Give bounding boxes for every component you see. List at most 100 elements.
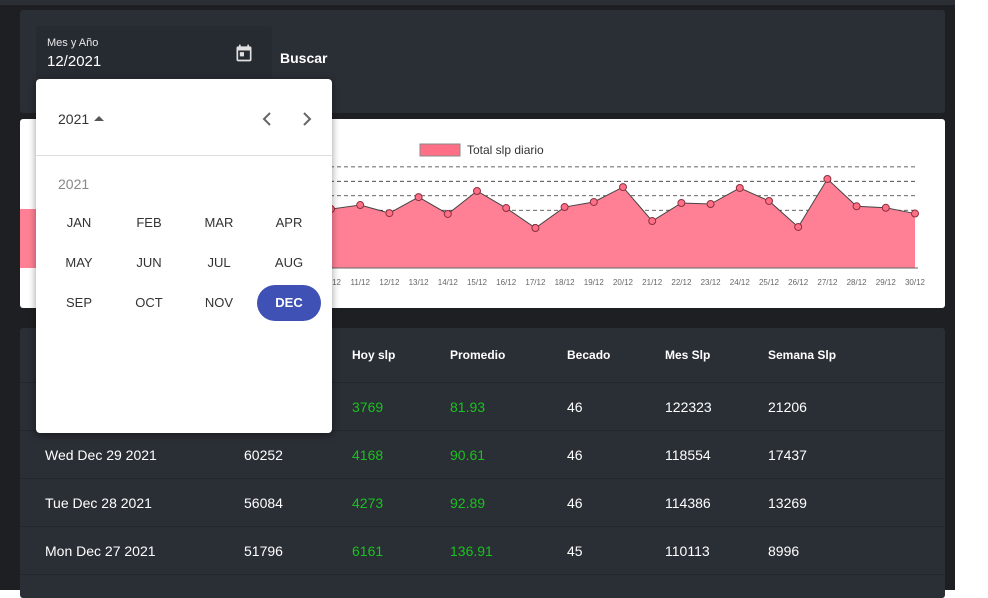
cell-becado: 46	[567, 495, 583, 511]
x-tick-label: 18/12	[555, 278, 576, 287]
cell-total: 56084	[244, 495, 283, 511]
table-row[interactable]: Tue Dec 28 2021 56084 4273 92.89 46 114386 132…	[20, 479, 945, 527]
x-tick-label: 20/12	[613, 278, 634, 287]
month-jan[interactable]: JAN	[47, 205, 111, 241]
x-tick-label: 21/12	[642, 278, 663, 287]
data-point	[911, 209, 919, 218]
app: Mes y Año 12/2021 Buscar 10/1211/1212/12…	[0, 0, 955, 598]
x-tick-label: 22/12	[671, 278, 692, 287]
x-tick-label: 11/12	[350, 278, 370, 287]
x-tick-label: 19/12	[584, 278, 605, 287]
cell-semana: 21206	[768, 399, 807, 415]
cell-becado: 46	[567, 447, 583, 463]
x-tick-label: 17/12	[525, 278, 546, 287]
data-point	[356, 201, 365, 210]
month-sep[interactable]: SEP	[47, 285, 111, 321]
header-becado: Becado	[567, 348, 611, 362]
legend-label: Total slp diario	[467, 143, 544, 157]
cell-hoy: 4168	[352, 447, 384, 463]
data-point	[414, 193, 423, 202]
data-point	[794, 222, 803, 231]
month-dec[interactable]: DEC	[257, 285, 321, 321]
year-selector[interactable]: 2021	[58, 111, 105, 127]
data-point	[823, 175, 832, 183]
cell-semana: 17437	[768, 447, 807, 463]
header-promedio: Promedio	[450, 348, 506, 362]
month-mar[interactable]: MAR	[187, 205, 251, 241]
month-jul[interactable]: JUL	[187, 245, 251, 281]
header-hoy-slp: Hoy slp	[352, 348, 396, 362]
month-picker-popover: 2021 2021 JAN FEB MAR APR MAY JUN JUL AUG SEP OCT…	[36, 79, 332, 433]
chevron-right-icon	[303, 112, 312, 126]
data-point	[881, 203, 890, 212]
cell-date: Mon Dec 27 2021	[45, 543, 156, 559]
cell-semana: 8996	[768, 543, 800, 559]
cell-mes: 118554	[665, 447, 711, 463]
data-point	[648, 217, 657, 226]
x-tick-label: 15/12	[467, 278, 488, 287]
field-value: 12/2021	[47, 53, 102, 70]
cell-prom: 136.91	[450, 543, 493, 559]
cell-hoy: 4273	[352, 495, 384, 511]
month-year-field[interactable]: Mes y Año 12/2021	[36, 26, 272, 78]
data-point	[619, 183, 627, 192]
header-semana-slp: Semana Slp	[768, 348, 837, 362]
cell-mes: 122323	[665, 399, 712, 415]
x-tick-label: 26/12	[788, 278, 809, 287]
cell-prom: 92.89	[450, 495, 486, 511]
cell-semana: 13269	[768, 495, 807, 511]
data-point	[385, 209, 394, 218]
search-button[interactable]: Buscar	[280, 50, 327, 66]
caret-up-icon	[94, 116, 105, 121]
data-point	[765, 196, 773, 205]
data-point	[473, 187, 481, 196]
x-tick-label: 27/12	[817, 278, 838, 287]
next-year-button[interactable]	[297, 109, 317, 129]
cell-total: 60252	[244, 447, 283, 463]
month-aug[interactable]: AUG	[257, 245, 321, 281]
cell-hoy: 3769	[352, 399, 384, 415]
year-label: 2021	[58, 176, 90, 192]
x-tick-label: 28/12	[847, 278, 868, 287]
prev-year-button[interactable]	[257, 109, 277, 129]
cell-mes: 110113	[665, 543, 710, 559]
data-point	[677, 198, 686, 207]
data-point	[589, 197, 598, 206]
table-row[interactable]: Wed Dec 29 2021 60252 4168 90.61 46 118554 174…	[20, 431, 945, 479]
calendar-icon[interactable]	[234, 43, 254, 63]
chevron-left-icon	[262, 112, 271, 126]
cell-mes: 114386	[665, 495, 711, 511]
month-nov[interactable]: NOV	[187, 285, 251, 321]
data-point	[852, 202, 861, 211]
cell-total: 51796	[244, 543, 283, 559]
cell-date: Wed Dec 29 2021	[45, 447, 157, 463]
x-tick-label: 29/12	[876, 278, 897, 287]
cell-prom: 81.93	[450, 399, 486, 415]
x-tick-label: 14/12	[438, 278, 459, 287]
x-tick-label: 23/12	[701, 278, 722, 287]
data-point	[735, 183, 744, 192]
table-row[interactable]: Mon Dec 27 2021 51796 6161 136.91 45 110113 89…	[20, 527, 945, 575]
field-label: Mes y Año	[47, 37, 99, 49]
cell-becado: 46	[567, 399, 583, 415]
data-point	[531, 223, 540, 232]
data-point	[443, 209, 452, 218]
data-point	[706, 200, 715, 209]
month-feb[interactable]: FEB	[117, 205, 181, 241]
cell-becado: 45	[567, 543, 583, 559]
month-jun[interactable]: JUN	[117, 245, 181, 281]
divider	[36, 155, 332, 156]
cell-prom: 90.61	[450, 447, 486, 463]
x-tick-label: 30/12	[905, 278, 926, 287]
data-point	[560, 203, 569, 212]
cell-date: Tue Dec 28 2021	[45, 495, 152, 511]
cell-hoy: 6161	[352, 543, 384, 559]
month-apr[interactable]: APR	[257, 205, 321, 241]
year-selector-label: 2021	[58, 111, 90, 127]
x-tick-label: 12/12	[379, 278, 400, 287]
top-bar	[0, 0, 955, 5]
data-point	[502, 204, 511, 213]
month-may[interactable]: MAY	[47, 245, 111, 281]
month-oct[interactable]: OCT	[117, 285, 181, 321]
legend-swatch	[419, 143, 461, 157]
